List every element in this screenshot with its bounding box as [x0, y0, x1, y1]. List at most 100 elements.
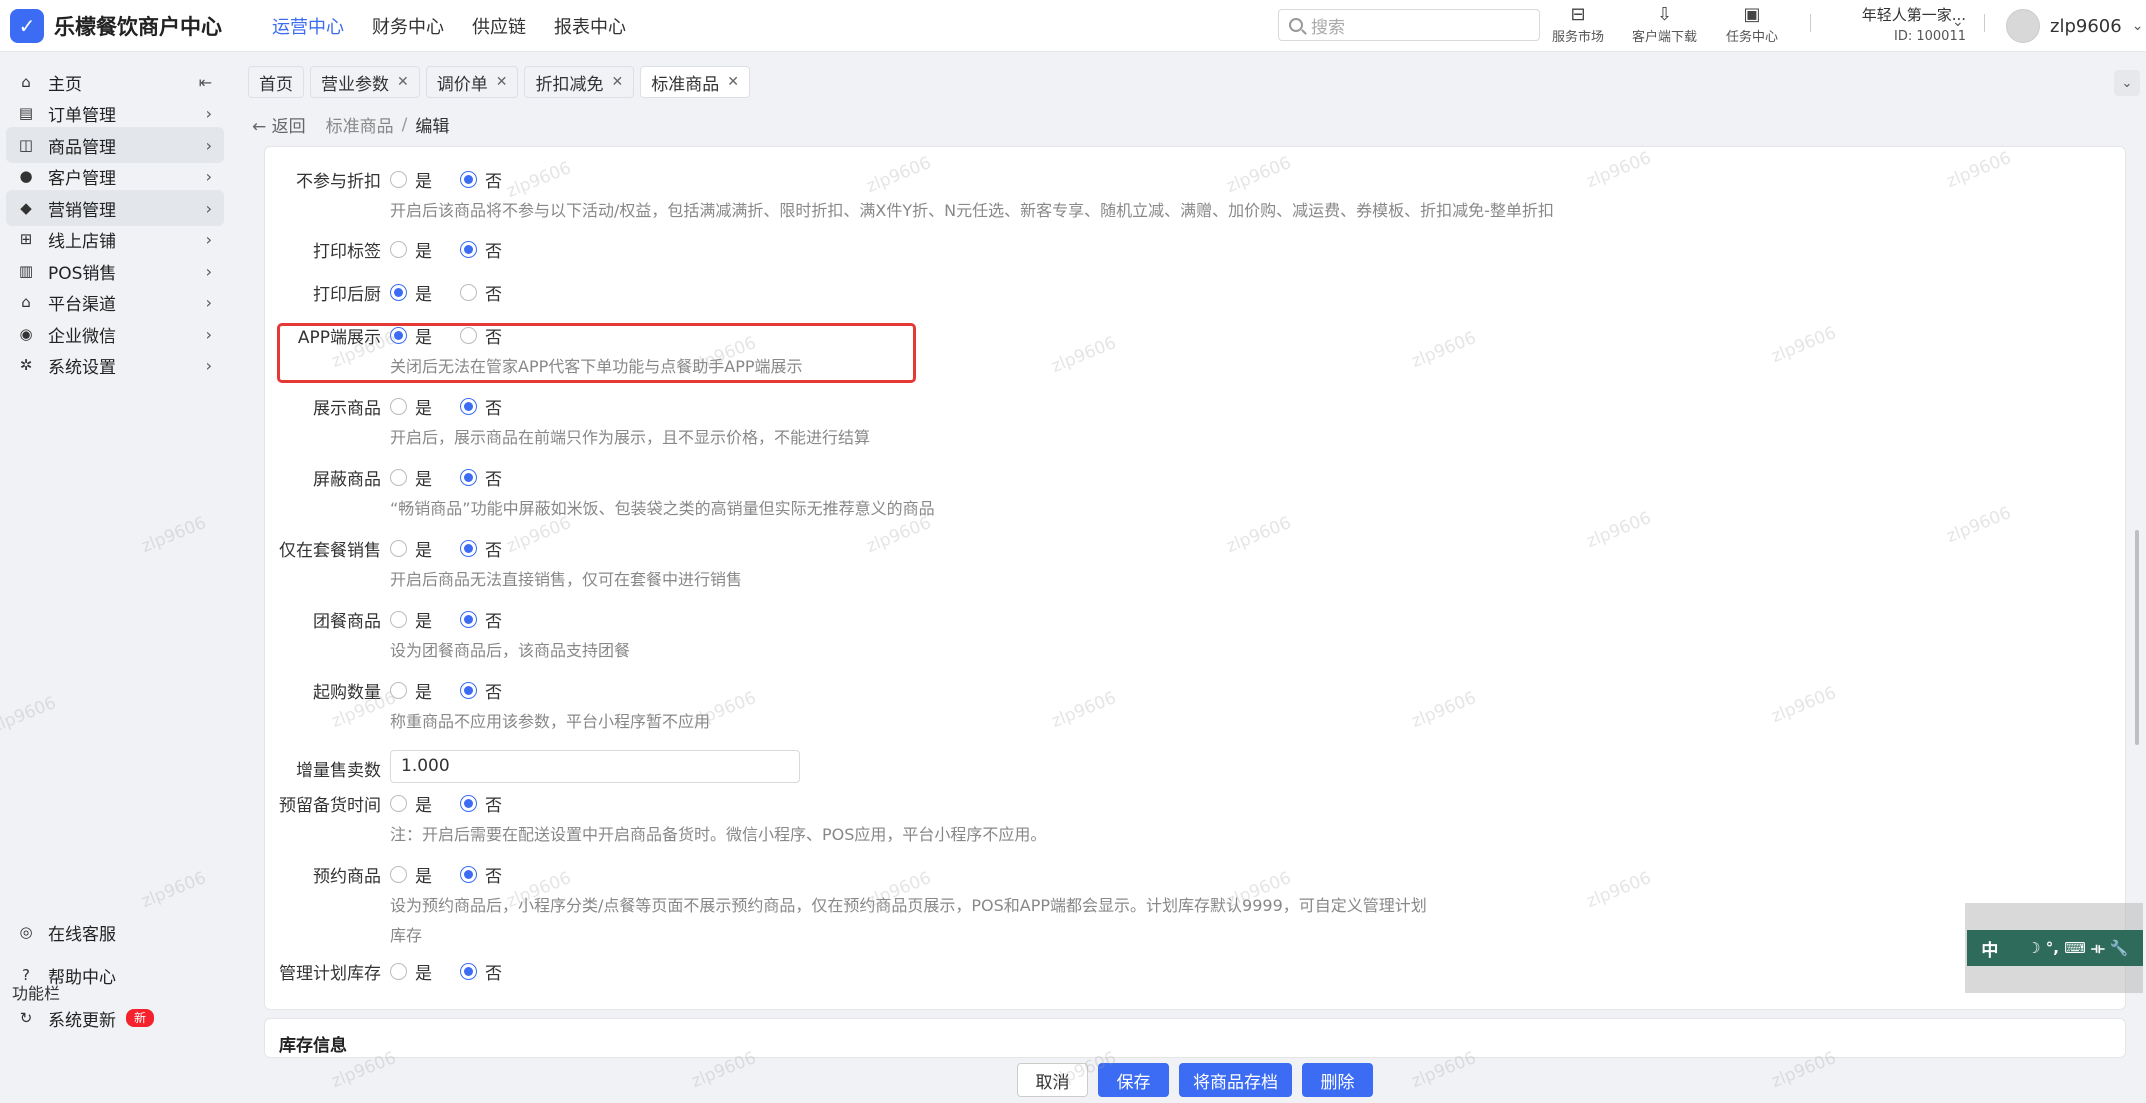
close-icon[interactable]: ✕ [611, 74, 623, 90]
radio-no[interactable]: 否 [460, 959, 502, 984]
delete-button[interactable]: 删除 [1302, 1063, 1373, 1097]
tag-icon: ◆ [20, 199, 32, 217]
chevron-down-icon[interactable]: ⌄ [1952, 14, 1964, 30]
radio-circle-icon [390, 171, 407, 188]
chevron-down-icon[interactable]: ⌄ [2114, 70, 2140, 96]
radio-yes[interactable]: 是 [390, 237, 432, 262]
task-center-button[interactable]: ▣ 任务中心 [1726, 4, 1778, 45]
sidebar-item[interactable]: ▤ 订单管理 › [6, 95, 224, 131]
chevron-right-icon[interactable]: › [206, 262, 212, 281]
scrollbar[interactable] [2135, 530, 2139, 745]
function-item[interactable]: ◎ 在线客服 [6, 914, 224, 950]
radio-yes[interactable]: 是 [390, 678, 432, 703]
topnav-item[interactable]: 财务中心 [372, 13, 444, 39]
close-icon[interactable]: ✕ [496, 74, 508, 90]
sidebar-item[interactable]: ⊞ 线上店铺 › [6, 221, 224, 257]
chevron-right-icon[interactable]: › [206, 104, 212, 123]
section-title: 库存信息 [279, 1036, 347, 1056]
radio-circle-icon [390, 469, 407, 486]
field-label: 打印标签 [313, 242, 381, 262]
radio-no[interactable]: 否 [460, 323, 502, 348]
tab[interactable]: 调价单 ✕ [425, 66, 519, 98]
radio-yes[interactable]: 是 [390, 323, 432, 348]
radio-yes[interactable]: 是 [390, 862, 432, 887]
tab[interactable]: 折扣减免 ✕ [524, 66, 635, 98]
radio-no[interactable]: 否 [460, 678, 502, 703]
chevron-right-icon[interactable]: › [206, 230, 212, 249]
sidebar-item[interactable]: ✲ 系统设置 › [6, 347, 224, 383]
breadcrumb-parent[interactable]: 标准商品 [326, 112, 394, 137]
breadcrumb: ← 返回 标准商品 / 编辑 [252, 112, 449, 138]
tab[interactable]: 营业参数 ✕ [310, 66, 420, 98]
radio-yes[interactable]: 是 [390, 536, 432, 561]
radio-yes[interactable]: 是 [390, 465, 432, 490]
topnav-item[interactable]: 报表中心 [554, 13, 626, 39]
increment-quantity-input[interactable]: 1.000 [390, 750, 800, 783]
radio-no[interactable]: 否 [460, 280, 502, 305]
radio-label: 否 [485, 541, 502, 561]
function-item[interactable]: ↻ 系统更新新 [6, 1000, 224, 1036]
chevron-right-icon[interactable]: › [206, 293, 212, 312]
radio-no[interactable]: 否 [460, 167, 502, 192]
radio-no[interactable]: 否 [460, 862, 502, 887]
topnav-item[interactable]: 运营中心 [272, 13, 344, 39]
function-item-label: 在线客服 [48, 924, 116, 945]
radio-yes[interactable]: 是 [390, 791, 432, 816]
field-label: 起购数量 [313, 683, 381, 703]
topnav-item[interactable]: 供应链 [472, 13, 526, 39]
top-bar: ✓ 乐檬餐饮商户中心 运营中心 财务中心 供应链 报表中心 搜索 ⊟ 服务市场 ⇩ 客… [0, 0, 2146, 52]
service-market-button[interactable]: ⊟ 服务市场 [1552, 4, 1604, 45]
radio-circle-icon [460, 284, 477, 301]
radio-no[interactable]: 否 [460, 465, 502, 490]
tab-label: 折扣减免 [535, 74, 604, 95]
field-label: 打印后厨 [313, 285, 381, 305]
field-label: 展示商品 [313, 399, 381, 419]
archive-button[interactable]: 将商品存档 [1179, 1063, 1292, 1097]
clipboard-icon: ▣ [1743, 4, 1761, 25]
radio-circle-icon [390, 398, 407, 415]
cancel-button[interactable]: 取消 [1017, 1063, 1088, 1097]
shop-selector[interactable]: 年轻人第一家... ID: 100011 [1826, 4, 1966, 44]
form-panel: 不参与折扣是否开启后该商品将不参与以下活动/权益，包括满减满折、限时折扣、满X件… [264, 146, 2126, 1010]
chevron-right-icon[interactable]: › [206, 136, 212, 155]
radio-yes[interactable]: 是 [390, 959, 432, 984]
tab[interactable]: 首页 [248, 66, 304, 98]
ime-toolbar[interactable]: 中 ☽ °, ⌨ ⟛ 🔧 [1967, 930, 2143, 966]
sidebar-item-label: POS销售 [48, 263, 117, 284]
ime-mode-label[interactable]: 中 [1981, 936, 1998, 961]
radio-no[interactable]: 否 [460, 791, 502, 816]
radio-no[interactable]: 否 [460, 237, 502, 262]
close-icon[interactable]: ✕ [397, 74, 409, 90]
chevron-right-icon[interactable]: › [206, 325, 212, 344]
field-hint: 设为预约商品后，小程序分类/点餐等页面不展示预约商品，仅在预约商品页展示，POS… [390, 896, 1427, 915]
radio-no[interactable]: 否 [460, 536, 502, 561]
radio-yes[interactable]: 是 [390, 394, 432, 419]
sidebar-item[interactable]: ⌂ 平台渠道 › [6, 284, 224, 320]
logo[interactable]: ✓ 乐檬餐饮商户中心 [10, 8, 222, 43]
radio-no[interactable]: 否 [460, 607, 502, 632]
close-icon[interactable]: ✕ [727, 74, 739, 90]
chevron-right-icon[interactable]: › [206, 167, 212, 186]
shop-id: ID: 100011 [1894, 29, 1966, 44]
ime-tools-icon[interactable]: ☽ °, ⌨ ⟛ 🔧 [2027, 939, 2128, 957]
radio-label: 否 [485, 328, 502, 348]
save-button[interactable]: 保存 [1098, 1063, 1169, 1097]
collapse-icon[interactable]: ⇤ [199, 73, 212, 92]
function-item[interactable]: ? 帮助中心 [6, 957, 224, 993]
tab-label: 首页 [259, 74, 293, 95]
sidebar-item-label: 主页 [48, 74, 82, 95]
chevron-right-icon[interactable]: › [206, 199, 212, 218]
field-label: 不参与折扣 [296, 172, 381, 192]
tab[interactable]: 标准商品 ✕ [640, 66, 750, 98]
field-hint: 开启后，展示商品在前端只作为展示，且不显示价格，不能进行结算 [390, 428, 871, 447]
client-download-button[interactable]: ⇩ 客户端下载 [1632, 4, 1697, 45]
search-input[interactable]: 搜索 [1278, 9, 1540, 41]
radio-yes[interactable]: 是 [390, 167, 432, 192]
back-button[interactable]: ← 返回 [252, 112, 306, 137]
radio-no[interactable]: 否 [460, 394, 502, 419]
sidebar-item[interactable]: ● 客户管理 › [6, 158, 224, 194]
radio-yes[interactable]: 是 [390, 280, 432, 305]
radio-yes[interactable]: 是 [390, 607, 432, 632]
chevron-right-icon[interactable]: › [206, 356, 212, 375]
user-menu[interactable]: zlp9606 ⌄ [2006, 9, 2143, 43]
